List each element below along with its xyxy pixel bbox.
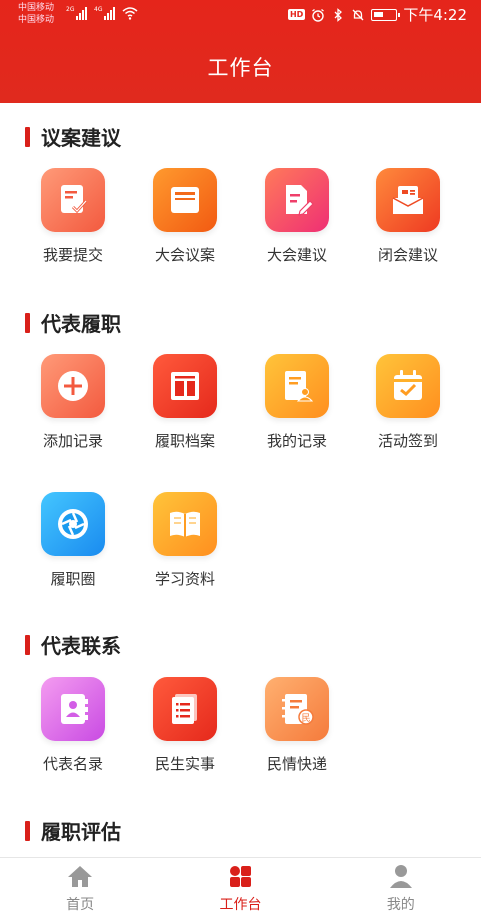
aperture-icon xyxy=(41,492,105,556)
item-recess-suggestion[interactable]: 闭会建议 xyxy=(358,168,458,265)
item-label: 代表名录 xyxy=(42,755,103,773)
bluetooth-icon xyxy=(334,7,343,22)
net-type-1: 2G xyxy=(66,6,75,13)
notebook-icon: 民 xyxy=(265,677,329,741)
item-label: 我要提交 xyxy=(42,246,103,264)
item-public-opinion[interactable]: 民 民情快递 xyxy=(247,677,347,774)
tab-workbench[interactable]: 工作台 xyxy=(160,858,320,914)
section-title-text: 代表履职 xyxy=(41,312,121,336)
carrier-labels: 中国移动 中国移动 xyxy=(18,2,54,26)
tab-label: 我的 xyxy=(386,897,415,913)
edit-document-icon xyxy=(265,168,329,232)
section-marker xyxy=(25,820,30,841)
tab-me[interactable]: 我的 xyxy=(321,858,481,914)
wifi-icon xyxy=(122,7,138,20)
tab-label: 工作台 xyxy=(219,897,262,913)
tab-home[interactable]: 首页 xyxy=(0,858,160,914)
item-check-in[interactable]: 活动签到 xyxy=(358,354,458,451)
hd-badge: HD xyxy=(287,9,306,20)
status-bar: 中国移动 中国移动 2G 4G HD 下午4:22 xyxy=(0,0,481,30)
section-title-evaluation: 履职评估 xyxy=(25,816,121,845)
status-time: 下午4:22 xyxy=(403,6,467,24)
mute-icon xyxy=(352,9,364,20)
person-icon xyxy=(389,865,412,888)
inbox-icon xyxy=(376,168,440,232)
layout-icon xyxy=(153,354,217,418)
section-title-text: 代表联系 xyxy=(41,634,121,658)
signal-2-icon: 4G xyxy=(94,6,116,20)
item-duty-archive[interactable]: 履职档案 xyxy=(135,354,235,451)
carrier-2: 中国移动 xyxy=(18,15,55,25)
section-title-proposals: 议案建议 xyxy=(25,122,121,151)
item-label: 我的记录 xyxy=(266,432,327,450)
app-header: 中国移动 中国移动 2G 4G HD 下午4:22 工作台 xyxy=(0,0,481,103)
folder-icon xyxy=(153,168,217,232)
plus-circle-icon xyxy=(41,354,105,418)
grid-icon xyxy=(230,866,252,887)
list-document-icon xyxy=(153,677,217,741)
section-marker xyxy=(25,312,30,333)
carrier-1: 中国移动 xyxy=(18,3,55,13)
item-label: 学习资料 xyxy=(154,570,215,588)
contacts-book-icon xyxy=(41,677,105,741)
status-right: HD 下午4:22 xyxy=(287,4,467,25)
submit-icon xyxy=(41,168,105,232)
section-title-contacts: 代表联系 xyxy=(25,630,121,659)
user-document-icon xyxy=(265,354,329,418)
home-icon xyxy=(68,866,93,887)
net-type-2: 4G xyxy=(94,6,103,13)
item-submit[interactable]: 我要提交 xyxy=(23,168,123,265)
tab-label: 首页 xyxy=(66,897,95,913)
signal-1-icon: 2G xyxy=(66,6,88,20)
section-marker xyxy=(25,634,30,655)
item-livelihood[interactable]: 民生实事 xyxy=(135,677,235,774)
section-title-duties: 代表履职 xyxy=(25,308,121,337)
section-title-text: 履职评估 xyxy=(41,820,121,844)
item-label: 大会议案 xyxy=(154,246,215,264)
item-label: 闭会建议 xyxy=(377,246,438,264)
item-my-records[interactable]: 我的记录 xyxy=(247,354,347,451)
item-label: 大会建议 xyxy=(266,246,327,264)
item-add-record[interactable]: 添加记录 xyxy=(23,354,123,451)
item-label: 活动签到 xyxy=(377,432,438,450)
item-label: 民情快递 xyxy=(266,755,327,773)
item-label: 民生实事 xyxy=(154,755,215,773)
item-label: 履职档案 xyxy=(154,432,215,450)
battery-icon xyxy=(371,8,401,21)
item-study-materials[interactable]: 学习资料 xyxy=(135,492,235,589)
people-glyph: 民 xyxy=(301,713,310,724)
book-icon xyxy=(153,492,217,556)
item-directory[interactable]: 代表名录 xyxy=(23,677,123,774)
item-congress-suggestion[interactable]: 大会建议 xyxy=(247,168,347,265)
section-marker xyxy=(25,126,30,147)
alarm-icon xyxy=(312,8,325,22)
section-title-text: 议案建议 xyxy=(41,126,121,150)
item-label: 履职圈 xyxy=(50,570,96,588)
item-congress-motion[interactable]: 大会议案 xyxy=(135,168,235,265)
item-duty-circle[interactable]: 履职圈 xyxy=(23,492,123,589)
page-title: 工作台 xyxy=(207,56,274,80)
bottom-tab-bar: 首页 工作台 我的 xyxy=(0,857,481,914)
calendar-check-icon xyxy=(376,354,440,418)
item-label: 添加记录 xyxy=(42,432,103,450)
